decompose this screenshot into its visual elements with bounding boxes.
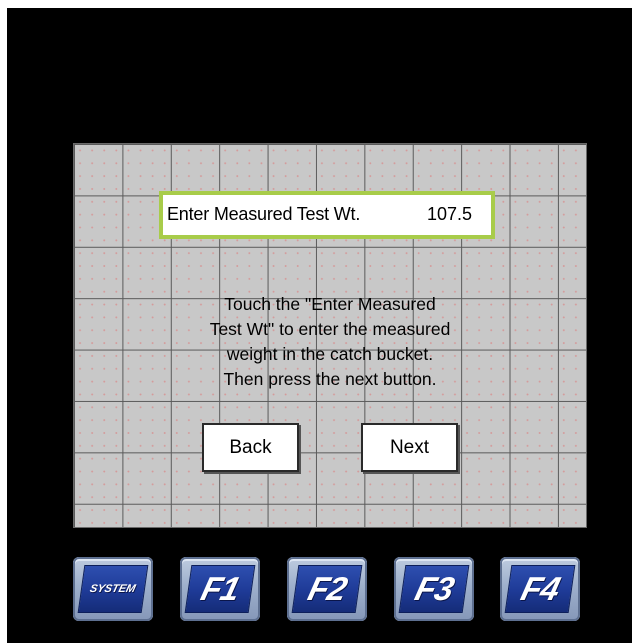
f3-key-icon: F3 — [398, 565, 470, 613]
f4-key-label: F4 — [517, 570, 563, 607]
f4-key-button[interactable]: F4 — [500, 557, 580, 621]
system-key-button[interactable]: SYSTEM — [73, 557, 153, 621]
f3-key-label: F3 — [411, 570, 457, 607]
measured-test-weight-label: Enter Measured Test Wt. — [167, 204, 361, 224]
f2-key-button[interactable]: F2 — [287, 557, 367, 621]
measured-test-weight-field[interactable]: Enter Measured Test Wt. 107.5 — [159, 191, 495, 239]
instruction-line: Then press the next button. — [223, 369, 437, 389]
instruction-line: Touch the "Enter Measured — [224, 294, 436, 314]
f1-key-label: F1 — [197, 570, 243, 607]
measured-test-weight-value: 107.5 — [427, 204, 473, 224]
f2-key-label: F2 — [304, 570, 350, 607]
instruction-line: weight in the catch bucket. — [226, 344, 434, 364]
system-key-icon: SYSTEM — [77, 565, 149, 613]
instruction-line: Test Wt" to enter the measured — [209, 319, 451, 339]
f1-key-button[interactable]: F1 — [180, 557, 260, 621]
f1-key-icon: F1 — [184, 565, 256, 613]
f3-key-button[interactable]: F3 — [394, 557, 474, 621]
f4-key-icon: F4 — [504, 565, 576, 613]
next-button[interactable]: Next — [361, 423, 458, 472]
f2-key-icon: F2 — [291, 565, 363, 613]
back-button[interactable]: Back — [202, 423, 299, 472]
system-key-label: SYSTEM — [88, 583, 138, 595]
instructions-text: Touch the "Enter Measured Test Wt" to en… — [73, 292, 587, 392]
